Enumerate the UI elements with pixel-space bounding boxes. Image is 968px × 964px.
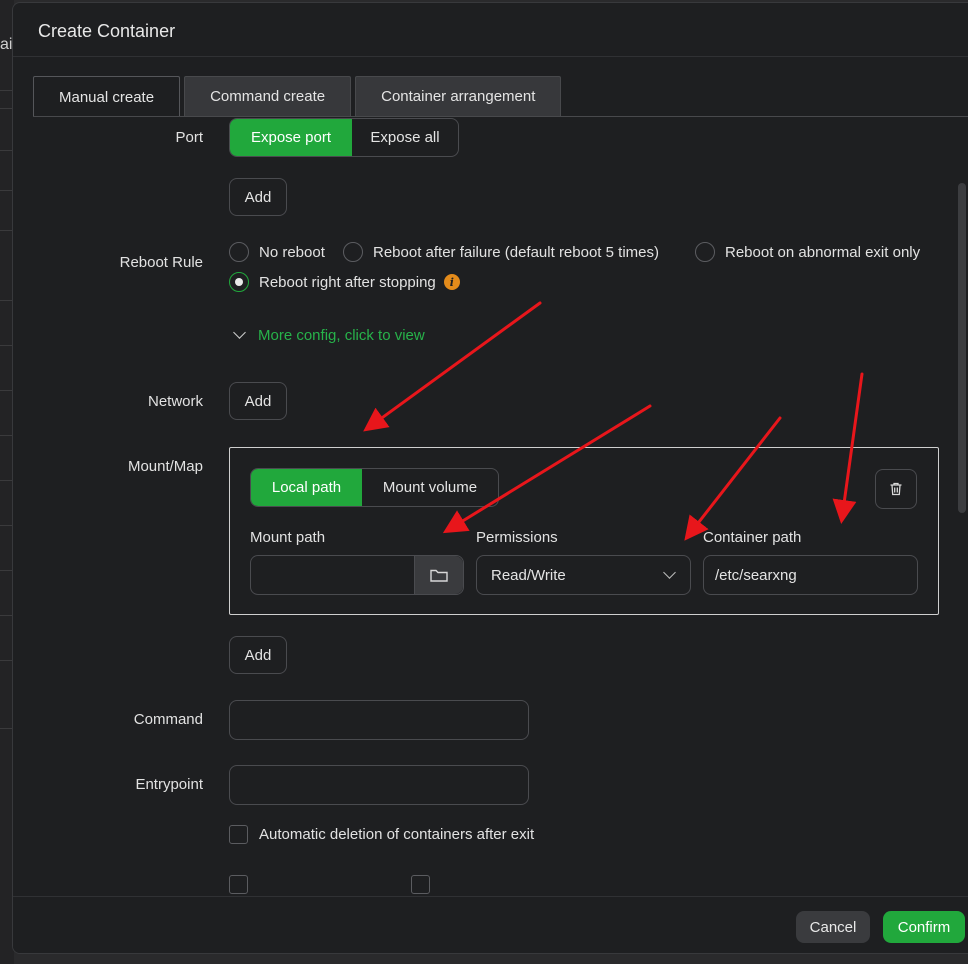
dialog-footer: Cancel Confirm [13,896,968,953]
more-config-label: More config, click to view [258,327,425,344]
mount-type-toggle: Local path Mount volume [250,468,499,507]
chevron-down-icon [233,326,246,339]
checkbox-icon [229,875,248,894]
entrypoint-label: Entrypoint [135,776,203,793]
reboot-option-label: Reboot right after stopping [259,273,436,291]
form-content: Port Expose port Expose all Add Reboot R… [13,117,968,897]
chevron-down-icon [663,566,676,579]
cancel-button[interactable]: Cancel [796,911,870,943]
add-mount-button[interactable]: Add [229,636,287,674]
radio-icon [343,242,363,262]
expose-port-option[interactable]: Expose port [230,119,352,156]
reboot-option-label: Reboot after failure (default reboot 5 t… [373,243,659,261]
command-input[interactable] [229,700,529,740]
reboot-option-no-reboot[interactable]: No reboot [229,242,325,262]
radio-icon [229,242,249,262]
radio-icon [695,242,715,262]
dialog-title: Create Container [38,21,176,41]
mount-map-label: Mount/Map [127,458,203,475]
container-path-label: Container path [703,529,802,546]
mount-entry-card: Local path Mount volume Mount path Permi… [229,447,939,615]
tab-manual-create[interactable]: Manual create [33,76,181,117]
port-mode-toggle: Expose port Expose all [229,118,459,157]
add-network-button[interactable]: Add [229,382,287,420]
auto-delete-label: Automatic deletion of containers after e… [259,826,535,843]
entrypoint-input[interactable] [229,765,529,805]
title-divider [13,56,968,57]
create-container-dialog: Create Container Manual create Command c… [12,2,968,954]
container-path-value: /etc/searxng [715,566,797,584]
permissions-value: Read/Write [491,566,566,584]
mount-path-label: Mount path [250,529,326,546]
scrollbar[interactable] [958,183,966,513]
folder-icon [430,569,448,582]
radio-selected-icon [229,272,249,292]
permissions-select[interactable]: Read/Write [476,555,691,595]
auto-delete-checkbox[interactable]: Automatic deletion of containers after e… [229,825,534,844]
mount-path-input[interactable] [250,555,464,595]
reboot-option-after-failure[interactable]: Reboot after failure (default reboot 5 t… [343,242,659,262]
checkbox-icon [229,825,248,844]
expose-all-option[interactable]: Expose all [352,119,458,156]
container-path-input[interactable]: /etc/searxng [703,555,918,595]
port-label: Port [175,129,203,146]
confirm-button[interactable]: Confirm [883,911,965,943]
command-label: Command [133,711,203,728]
tab-command-create[interactable]: Command create [184,76,352,116]
reboot-option-label: Reboot on abnormal exit only [725,243,921,261]
reboot-option-right-after-stopping[interactable]: Reboot right after stopping i [229,272,460,292]
permissions-label: Permissions [476,529,558,546]
partial-checkbox-2[interactable] [411,875,441,894]
reboot-option-abnormal-exit[interactable]: Reboot on abnormal exit only [695,242,920,262]
reboot-option-label: No reboot [259,243,325,261]
delete-mount-button[interactable] [875,469,917,509]
trash-icon [890,482,902,496]
mount-volume-option[interactable]: Mount volume [362,469,498,506]
add-port-button[interactable]: Add [229,178,287,216]
info-icon[interactable]: i [443,274,460,290]
reboot-rule-label: Reboot Rule [119,254,203,271]
network-label: Network [147,393,203,410]
more-config-toggle[interactable]: More config, click to view [231,326,425,344]
partial-checkbox-1[interactable] [229,875,259,894]
local-path-option[interactable]: Local path [251,469,362,506]
background-partial-text: ai [0,36,13,53]
checkbox-icon [411,875,430,894]
browse-folder-button[interactable] [414,556,463,594]
tab-container-arrangement[interactable]: Container arrangement [355,76,562,116]
tab-bar: Manual create Command create Container a… [33,76,565,117]
